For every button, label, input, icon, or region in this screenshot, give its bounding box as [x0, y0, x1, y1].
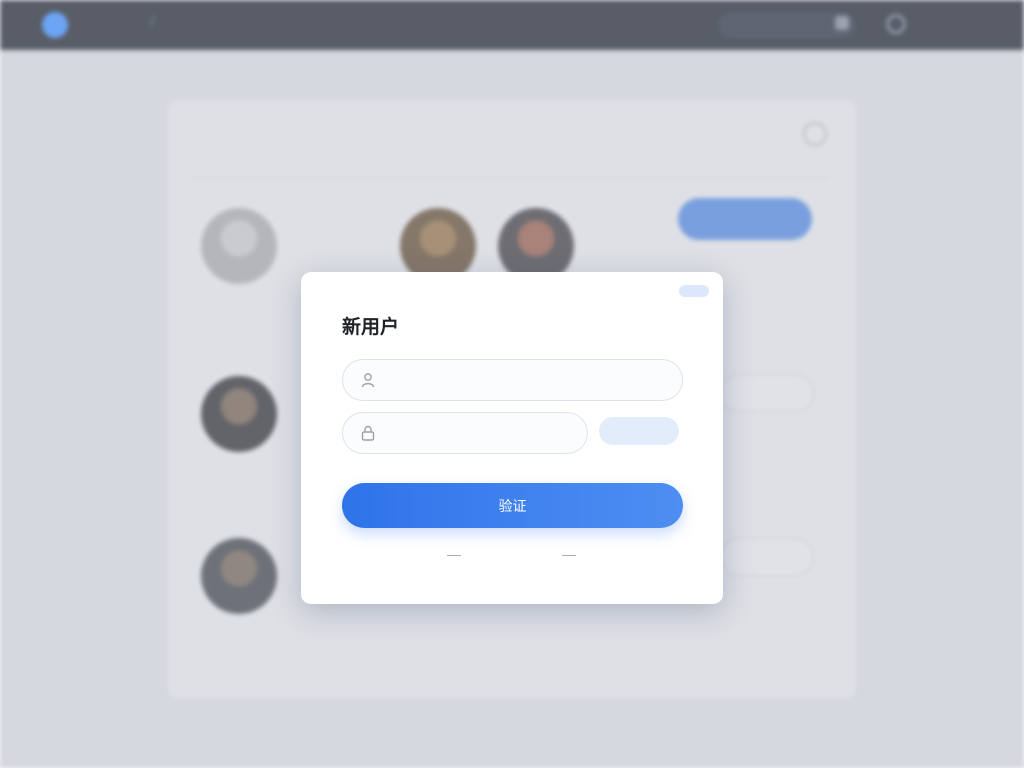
username-field[interactable] — [342, 359, 683, 401]
password-field[interactable] — [342, 412, 588, 454]
verify-new-user-dialog: 新用户 验证 — [301, 272, 723, 604]
username-input[interactable] — [387, 373, 577, 387]
get-code-button[interactable] — [599, 417, 679, 445]
dialog-badge — [679, 285, 709, 297]
verify-button[interactable]: 验证 — [342, 483, 683, 528]
dialog-title: 新用户 — [342, 316, 400, 338]
footer-divider-right — [562, 555, 576, 556]
user-icon — [361, 373, 375, 388]
lock-icon — [361, 425, 375, 441]
page: / 新用户 验证 — [0, 0, 1024, 768]
footer-divider-left — [447, 555, 461, 556]
password-input[interactable] — [387, 426, 577, 440]
